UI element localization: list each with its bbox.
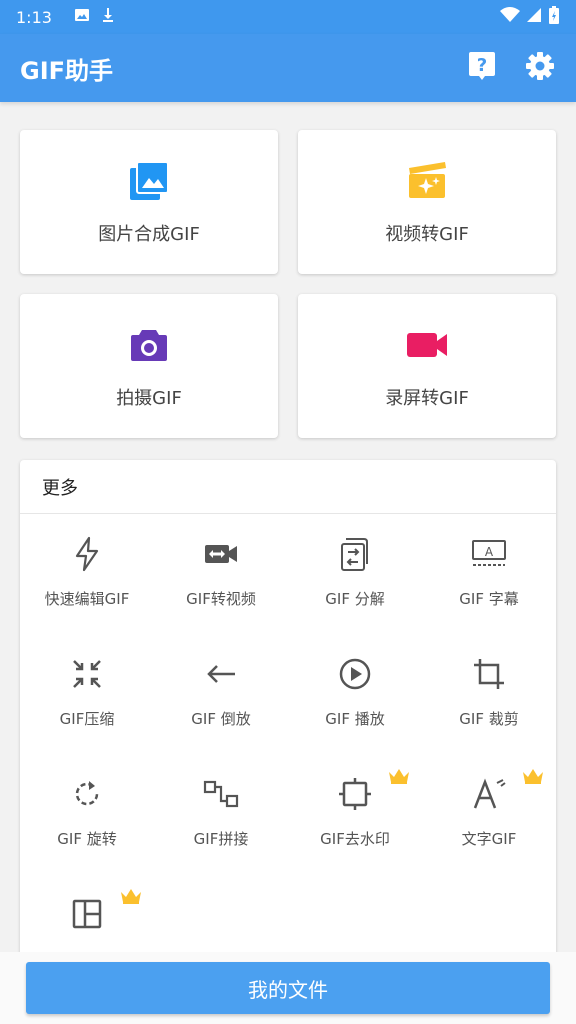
tool-gif-compress[interactable]: GIF压缩 [20,634,154,754]
wifi-icon [500,7,520,27]
signal-icon [526,7,542,27]
join-icon [203,776,239,812]
video-camera-icon [406,324,448,366]
tool-label: GIF 分解 [325,590,385,608]
more-title: 更多 [20,460,556,514]
compress-icon [69,656,105,692]
play-icon [337,656,373,692]
download-icon [100,7,116,27]
bottom-bar: 我的文件 [0,952,576,1024]
tool-label: GIF 字幕 [459,590,519,608]
tool-gif-to-video[interactable]: GIF转视频 [154,514,288,634]
camera-icon [128,324,170,366]
tool-label: GIF拼接 [193,830,249,848]
subtitle-icon: A [471,536,507,572]
tool-label: GIF去水印 [320,830,390,848]
card-shoot-gif[interactable]: 拍摄GIF [20,294,278,438]
movie-sparkle-icon [406,160,448,202]
card-screen-record-to-gif[interactable]: 录屏转GIF [298,294,556,438]
tool-label: GIF 倒放 [191,710,251,728]
text-icon [471,776,507,812]
watermark-remove-icon [337,776,373,812]
card-label: 视频转GIF [385,224,469,245]
tool-label: GIF转视频 [186,590,256,608]
card-images-to-gif[interactable]: 图片合成GIF [20,130,278,274]
help-button[interactable]: ? [466,52,498,84]
tool-gif-rotate[interactable]: GIF 旋转 [20,754,154,874]
battery-icon [548,6,560,28]
svg-text:?: ? [477,55,487,76]
crown-icon [120,888,142,904]
tool-label: 快速编辑GIF [44,590,130,608]
my-files-button[interactable]: 我的文件 [26,962,550,1014]
gear-icon [525,51,555,85]
crown-icon [522,768,544,784]
split-icon [337,536,373,572]
more-section: 更多 快速编辑GIF GIF转视频 GIF 分解 A GIF 字幕 GIF压缩 … [20,460,556,960]
tool-label: GIF 裁剪 [459,710,519,728]
collage-icon [69,896,105,932]
crown-icon [388,768,410,784]
card-label: 拍摄GIF [116,388,182,409]
image-icon [74,7,90,27]
tool-label: 文字GIF [461,830,517,848]
photo-library-icon [128,160,170,202]
tool-gif-subtitle[interactable]: A GIF 字幕 [422,514,556,634]
card-label: 图片合成GIF [98,224,200,245]
tool-text-gif[interactable]: 文字GIF [422,754,556,874]
status-bar: 1:13 [0,0,576,34]
app-bar: GIF助手 ? [0,34,576,102]
tool-quick-edit[interactable]: 快速编辑GIF [20,514,154,634]
tools-grid: 快速编辑GIF GIF转视频 GIF 分解 A GIF 字幕 GIF压缩 GIF… [20,514,556,960]
tool-collage[interactable] [20,874,154,960]
app-title: GIF助手 [20,56,114,85]
tool-label: GIF 旋转 [57,830,117,848]
tool-gif-crop[interactable]: GIF 裁剪 [422,634,556,754]
tool-gif-join[interactable]: GIF拼接 [154,754,288,874]
tool-label: GIF压缩 [59,710,115,728]
card-video-to-gif[interactable]: 视频转GIF [298,130,556,274]
tool-gif-split[interactable]: GIF 分解 [288,514,422,634]
card-label: 录屏转GIF [385,388,469,409]
tool-gif-reverse[interactable]: GIF 倒放 [154,634,288,754]
status-time: 1:13 [16,7,52,27]
crop-icon [471,656,507,692]
settings-button[interactable] [524,52,556,84]
rotate-icon [69,776,105,812]
tool-label: GIF 播放 [325,710,385,728]
tool-gif-remove-watermark[interactable]: GIF去水印 [288,754,422,874]
tool-gif-play[interactable]: GIF 播放 [288,634,422,754]
arrow-left-icon [203,656,239,692]
video-convert-icon [203,536,239,572]
svg-text:A: A [485,545,494,559]
help-icon: ? [468,51,496,85]
flash-icon [69,536,105,572]
